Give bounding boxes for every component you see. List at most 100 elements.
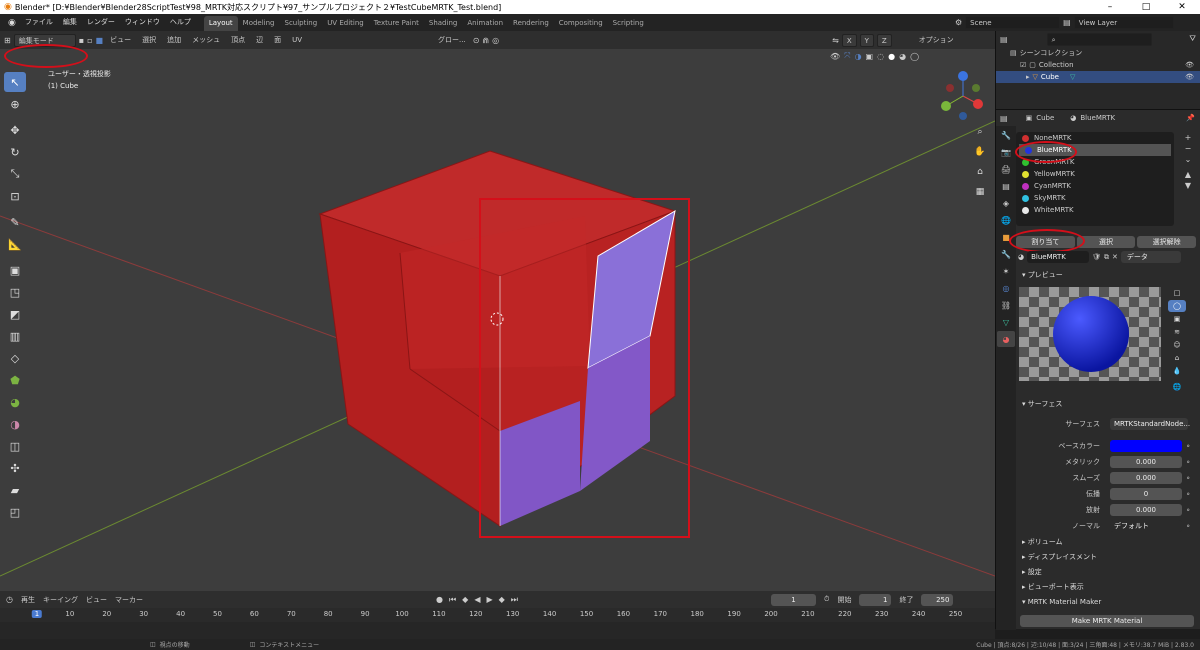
checkbox-icon[interactable]: ☑ xyxy=(1020,61,1026,69)
slot-item-cyan[interactable]: CyanMRTK xyxy=(1016,180,1174,192)
eye-icon[interactable]: 👁 xyxy=(1185,61,1194,69)
constraint-tab-icon[interactable]: ⛓ xyxy=(997,297,1015,313)
annotate-tool-icon[interactable]: ✎ xyxy=(4,212,26,232)
axis-y-toggle[interactable]: Y xyxy=(859,33,874,47)
link-dot-icon[interactable]: ∘ xyxy=(1186,506,1190,514)
polybuild-tool-icon[interactable]: ⬟ xyxy=(4,370,26,390)
prev-key-icon[interactable]: ◆ xyxy=(462,595,468,604)
proportional-edit-icon[interactable]: ◎ xyxy=(492,36,499,45)
particles-tab-icon[interactable]: ✶ xyxy=(997,263,1015,279)
modifier-tab-icon[interactable]: 🔧 xyxy=(997,246,1015,262)
menu-edit[interactable]: 編集 xyxy=(58,14,82,31)
axis-z-toggle[interactable]: Z xyxy=(876,33,892,47)
tab-layout[interactable]: Layout xyxy=(203,16,238,31)
base-color-swatch[interactable] xyxy=(1110,440,1182,452)
tab-rendering[interactable]: Rendering xyxy=(508,16,554,31)
view-layer-selector[interactable]: View Layer xyxy=(1073,16,1174,29)
next-key-icon[interactable]: ◆ xyxy=(499,595,505,604)
material-tab-icon[interactable]: ◕ xyxy=(997,331,1015,347)
options-menu[interactable]: オプション xyxy=(915,34,958,47)
unlink-icon[interactable]: ✕ xyxy=(1112,253,1118,261)
wireframe-icon[interactable]: ◌ xyxy=(877,52,884,61)
zoom-icon[interactable]: ⌕ xyxy=(972,123,988,141)
jump-start-icon[interactable]: ⏮ xyxy=(449,595,456,605)
edge-slide-tool-icon[interactable]: ◫ xyxy=(4,436,26,456)
editor-type-icon[interactable]: ⊞ xyxy=(4,36,11,45)
menu-marker[interactable]: マーカー xyxy=(115,595,143,605)
start-frame-field[interactable]: 1 xyxy=(859,593,892,606)
current-frame-field[interactable]: 1 xyxy=(771,593,816,606)
link-dot-icon[interactable]: ∘ xyxy=(1186,474,1190,482)
xray-icon[interactable]: ▣ xyxy=(866,52,874,61)
menu-window[interactable]: ウィンドウ xyxy=(120,14,165,31)
link-dot-icon[interactable]: ∘ xyxy=(1186,458,1190,466)
emission-field[interactable]: 0.000 xyxy=(1110,504,1182,516)
menu-help[interactable]: ヘルプ xyxy=(165,14,196,31)
end-frame-field[interactable]: 250 xyxy=(921,593,954,606)
settings-panel-header[interactable]: ▸ 設定 xyxy=(1016,565,1196,580)
deselect-button[interactable]: 選択解除 xyxy=(1137,236,1197,248)
timeline-editor-icon[interactable]: ◷ xyxy=(6,595,13,604)
displacement-panel-header[interactable]: ▸ ディスプレイスメント xyxy=(1016,550,1196,565)
menu-keying[interactable]: キーイング xyxy=(43,595,78,605)
scene-tab-icon[interactable]: ◈ xyxy=(997,195,1015,211)
maximize-button[interactable]: □ xyxy=(1128,0,1164,14)
menu-render[interactable]: レンダー xyxy=(82,14,120,31)
menu-timeline-view[interactable]: ビュー xyxy=(86,595,107,605)
smooth-tool-icon[interactable]: ◑ xyxy=(4,414,26,434)
grid-icon[interactable]: ▦ xyxy=(972,183,988,201)
face-select-icon[interactable]: ■ xyxy=(96,36,104,45)
axis-x-toggle[interactable]: X xyxy=(841,33,857,47)
tab-uv-editing[interactable]: UV Editing xyxy=(322,16,369,31)
tab-shading[interactable]: Shading xyxy=(424,16,462,31)
add-slot-icon[interactable]: + xyxy=(1182,132,1194,143)
data-tab-icon[interactable]: ▽ xyxy=(997,314,1015,330)
slot-specials-icon[interactable]: ⌄ xyxy=(1182,154,1194,165)
tab-modeling[interactable]: Modeling xyxy=(238,16,280,31)
menu-select[interactable]: 選択 xyxy=(138,34,160,47)
camera-icon[interactable]: ⌂ xyxy=(972,163,988,181)
rendered-icon[interactable]: ◯ xyxy=(910,52,919,61)
hair-preview-icon[interactable]: ≋ xyxy=(1168,326,1186,338)
3d-viewport[interactable]: ⊞ 編集モード ▪ ▫ ■ ビュー 選択 追加 メッシュ 頂点 辺 面 UV グ… xyxy=(0,31,995,591)
play-icon[interactable]: ▶ xyxy=(486,595,492,604)
cloth-preview-icon[interactable]: ⌂ xyxy=(1168,352,1186,364)
expand-arrow-icon[interactable]: ▸ xyxy=(1026,73,1030,81)
slot-item-yellow[interactable]: YellowMRTK xyxy=(1016,168,1174,180)
outliner-row-collection[interactable]: ☑ ▢ Collection 👁 xyxy=(996,59,1200,71)
solid-icon[interactable]: ● xyxy=(888,52,895,61)
transform-orientation[interactable]: グロー... xyxy=(434,34,470,47)
remove-slot-icon[interactable]: − xyxy=(1182,143,1194,154)
transmission-field[interactable]: 0 xyxy=(1110,488,1182,500)
preview-panel-header[interactable]: ▾ プレビュー xyxy=(1016,268,1196,282)
shrink-tool-icon[interactable]: ✣ xyxy=(4,458,26,478)
link-dot-icon[interactable]: ∘ xyxy=(1186,490,1190,498)
gizmo-icon[interactable]: ⤧ xyxy=(844,51,850,61)
menu-edge[interactable]: 辺 xyxy=(252,34,267,47)
tab-compositing[interactable]: Compositing xyxy=(554,16,608,31)
edge-select-icon[interactable]: ▫ xyxy=(87,36,92,45)
navigation-gizmo[interactable] xyxy=(938,71,988,121)
transform-tool-icon[interactable]: ⊡ xyxy=(4,186,26,206)
move-tool-icon[interactable]: ✥ xyxy=(4,120,26,140)
pin-icon[interactable]: 📌 xyxy=(1186,114,1195,122)
tab-sculpting[interactable]: Sculpting xyxy=(280,16,323,31)
link-dot-icon[interactable]: ∘ xyxy=(1186,522,1190,530)
world-preview-icon[interactable]: 🌐 xyxy=(1168,381,1186,393)
shear-tool-icon[interactable]: ▰ xyxy=(4,480,26,500)
slot-item-white[interactable]: WhiteMRTK xyxy=(1016,204,1174,216)
record-icon[interactable]: ● xyxy=(436,595,443,604)
outliner-search[interactable]: ⌕ xyxy=(1046,32,1152,46)
menu-face[interactable]: 面 xyxy=(270,34,285,47)
tool-tab-icon[interactable]: 🔧 xyxy=(997,127,1015,143)
output-tab-icon[interactable]: 🖨 xyxy=(997,161,1015,177)
pivot-icon[interactable]: ⊙ xyxy=(473,36,480,45)
inset-tool-icon[interactable]: ◳ xyxy=(4,282,26,302)
volume-panel-header[interactable]: ▸ ボリューム xyxy=(1016,535,1196,550)
link-dropdown[interactable]: データ xyxy=(1120,251,1181,263)
spin-tool-icon[interactable]: ◕ xyxy=(4,392,26,412)
measure-tool-icon[interactable]: 📐 xyxy=(4,234,26,254)
normal-field[interactable]: デフォルト xyxy=(1110,520,1182,532)
select-tool-icon[interactable]: ↖ xyxy=(4,72,26,92)
select-button[interactable]: 選択 xyxy=(1076,236,1136,248)
